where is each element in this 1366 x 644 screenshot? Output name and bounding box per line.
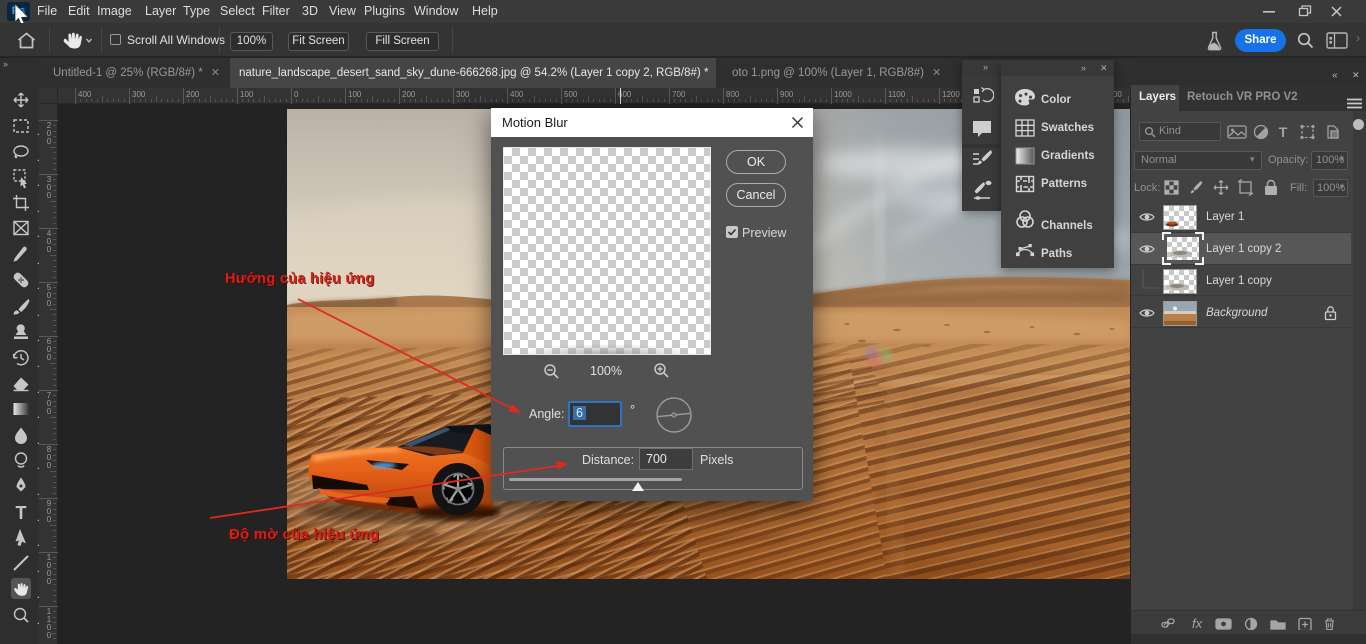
svg-text:T: T xyxy=(1279,124,1288,140)
svg-text:T: T xyxy=(16,503,27,523)
svg-text:fx: fx xyxy=(1192,616,1203,630)
